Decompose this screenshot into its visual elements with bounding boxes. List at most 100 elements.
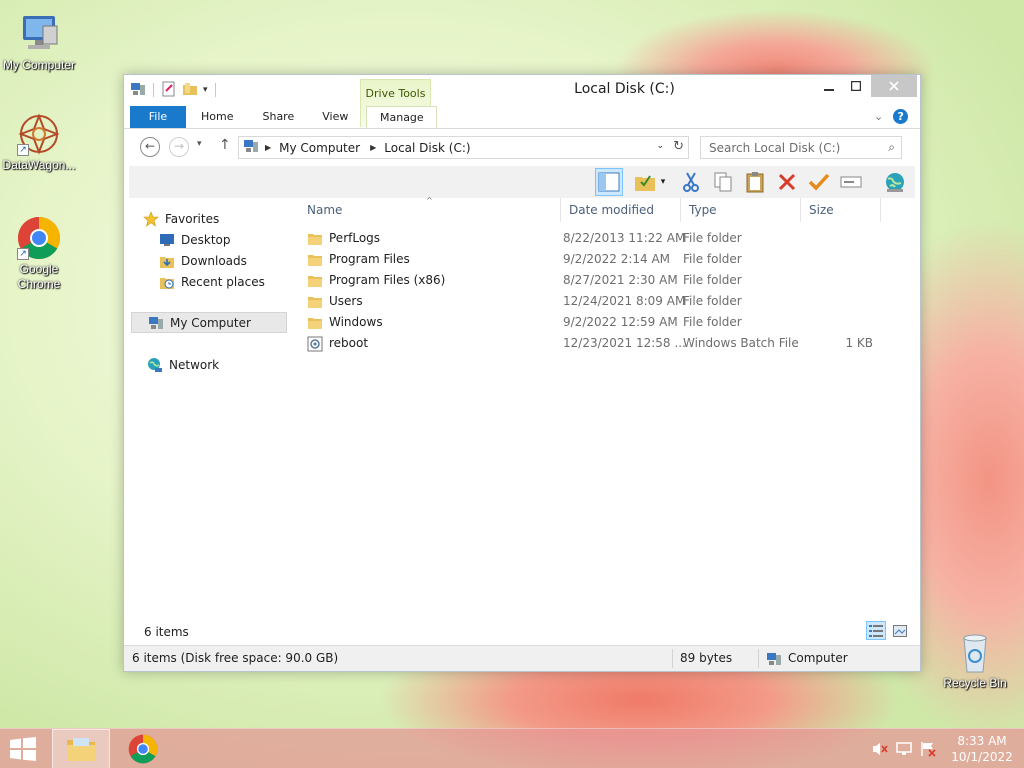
status-divider (672, 649, 673, 668)
apply-button[interactable] (805, 168, 833, 196)
folder-icon (307, 231, 323, 247)
file-type: File folder (683, 294, 742, 308)
start-button[interactable] (8, 737, 38, 764)
taskbar-file-explorer[interactable] (52, 729, 110, 768)
file-type: File folder (683, 252, 742, 266)
back-button[interactable]: ← (140, 137, 160, 157)
nav-label: Network (169, 357, 220, 372)
tab-file[interactable]: File (130, 106, 186, 128)
network-status-icon[interactable] (896, 741, 912, 760)
file-type: File folder (683, 273, 742, 287)
file-row[interactable]: PerfLogs 8/22/2013 11:22 AM File folder (299, 228, 914, 249)
desktop-icon-google-chrome[interactable]: ↗ Google Chrome (0, 216, 79, 292)
status-bytes: 89 bytes (680, 651, 733, 665)
paste-icon (746, 172, 764, 193)
select-dropdown-button[interactable]: ▾ (655, 168, 671, 196)
forward-button[interactable]: → (169, 137, 189, 157)
ribbon-tabs: File Home Share View Manage (130, 106, 438, 128)
computer-icon (243, 138, 259, 157)
search-input[interactable] (701, 137, 871, 158)
tab-view[interactable]: View (308, 106, 362, 128)
status-location-label: Computer (788, 651, 848, 665)
file-row[interactable]: Program Files 9/2/2022 2:14 AM File fold… (299, 249, 914, 270)
star-icon (143, 210, 159, 227)
network-button[interactable] (881, 168, 909, 196)
file-name: Program Files (x86) (329, 273, 446, 287)
search-icon[interactable]: ⌕ (888, 140, 895, 155)
action-center-flag-icon[interactable] (920, 741, 936, 760)
globe-icon (886, 173, 904, 192)
refresh-icon[interactable]: ↻ (673, 139, 684, 154)
computer-icon (148, 315, 164, 331)
file-row[interactable]: Users 12/24/2021 8:09 AM File folder (299, 291, 914, 312)
preview-pane-button[interactable] (595, 168, 623, 196)
tab-share[interactable]: Share (248, 106, 308, 128)
column-header-size[interactable]: Size (801, 198, 881, 222)
file-row[interactable]: reboot 12/23/2021 12:58 ... Windows Batc… (299, 333, 914, 354)
details-view-button[interactable] (866, 621, 886, 640)
shortcut-arrow-icon: ↗ (17, 248, 29, 260)
close-button[interactable] (871, 75, 917, 97)
taskbar-google-chrome[interactable] (114, 729, 172, 768)
nav-label: Recent places (181, 274, 265, 289)
large-icons-view-button[interactable] (890, 621, 910, 640)
system-tray (872, 741, 936, 760)
windows-logo-icon (10, 737, 36, 761)
nav-item-network[interactable]: Network (147, 354, 305, 375)
desktop-icon-my-computer[interactable]: My Computer (0, 12, 79, 73)
downloads-folder-icon (159, 253, 175, 269)
delete-button[interactable] (773, 168, 801, 196)
desktop-icon-recycle-bin[interactable]: Recycle Bin (935, 630, 1015, 691)
search-box[interactable]: ⌕ (700, 136, 902, 159)
help-icon[interactable]: ? (893, 109, 909, 124)
paste-button[interactable] (741, 168, 769, 196)
delete-x-icon (778, 173, 796, 191)
nav-item-my-computer[interactable]: My Computer (131, 312, 287, 333)
taskbar-clock[interactable]: 8:33 AM 10/1/2022 (940, 733, 1024, 765)
file-size (803, 291, 873, 312)
navigation-pane: Favorites Desktop Downloads Recent place… (129, 198, 294, 610)
column-header-name[interactable]: Name (299, 198, 561, 222)
chevron-right-icon[interactable]: ▶ (265, 143, 271, 152)
nav-item-desktop[interactable]: Desktop (159, 229, 317, 250)
file-type: File folder (683, 231, 742, 245)
maximize-button[interactable] (842, 75, 870, 97)
breadcrumb-local-disk[interactable]: Local Disk (C:) (384, 141, 470, 155)
desktop-icon-datawagon[interactable]: ↗ DataWagon... (0, 112, 79, 173)
folder-icon (307, 294, 323, 310)
expand-ribbon-icon[interactable]: ⌄ (874, 110, 883, 123)
nav-item-downloads[interactable]: Downloads (159, 250, 317, 271)
monitor-icon (17, 12, 61, 56)
minimize-button[interactable] (816, 75, 842, 97)
large-icons-view-icon (893, 624, 907, 637)
recent-locations-dropdown-icon[interactable]: ▾ (197, 139, 202, 149)
breadcrumb-my-computer[interactable]: My Computer (279, 141, 360, 155)
file-row[interactable]: Program Files (x86) 8/27/2021 2:30 AM Fi… (299, 270, 914, 291)
address-dropdown-icon[interactable]: ⌄ (656, 141, 664, 151)
file-name: reboot (329, 336, 369, 350)
select-check-icon (635, 175, 655, 191)
file-row[interactable]: Windows 9/2/2022 12:59 AM File folder (299, 312, 914, 333)
volume-muted-icon[interactable] (872, 741, 888, 760)
desktop-icon (159, 232, 175, 248)
chevron-right-icon[interactable]: ▶ (370, 143, 376, 152)
column-header-type[interactable]: Type (681, 198, 801, 222)
nav-item-recent-places[interactable]: Recent places (159, 271, 317, 292)
file-name: Windows (329, 315, 383, 329)
nav-item-favorites[interactable]: Favorites (143, 208, 301, 229)
copy-button[interactable] (709, 168, 737, 196)
column-header-date-modified[interactable]: Date modified (561, 198, 681, 222)
up-arrow-icon[interactable]: ↑ (219, 137, 231, 153)
details-view-icon (869, 624, 883, 637)
tab-manage[interactable]: Manage (366, 106, 438, 128)
tab-home[interactable]: Home (186, 106, 248, 128)
folder-icon (307, 273, 323, 289)
desktop-icon-label: DataWagon... (2, 158, 76, 172)
address-bar[interactable]: ▶ My Computer ▶ Local Disk (C:) ⌄ ↻ (238, 136, 689, 159)
file-name: PerfLogs (329, 231, 381, 245)
title-bar[interactable]: ▾ Drive Tools Local Disk (C:) (124, 75, 920, 127)
file-name: Users (329, 294, 363, 308)
cut-button[interactable] (677, 168, 705, 196)
rename-button[interactable] (837, 168, 865, 196)
view-switcher (866, 621, 910, 640)
